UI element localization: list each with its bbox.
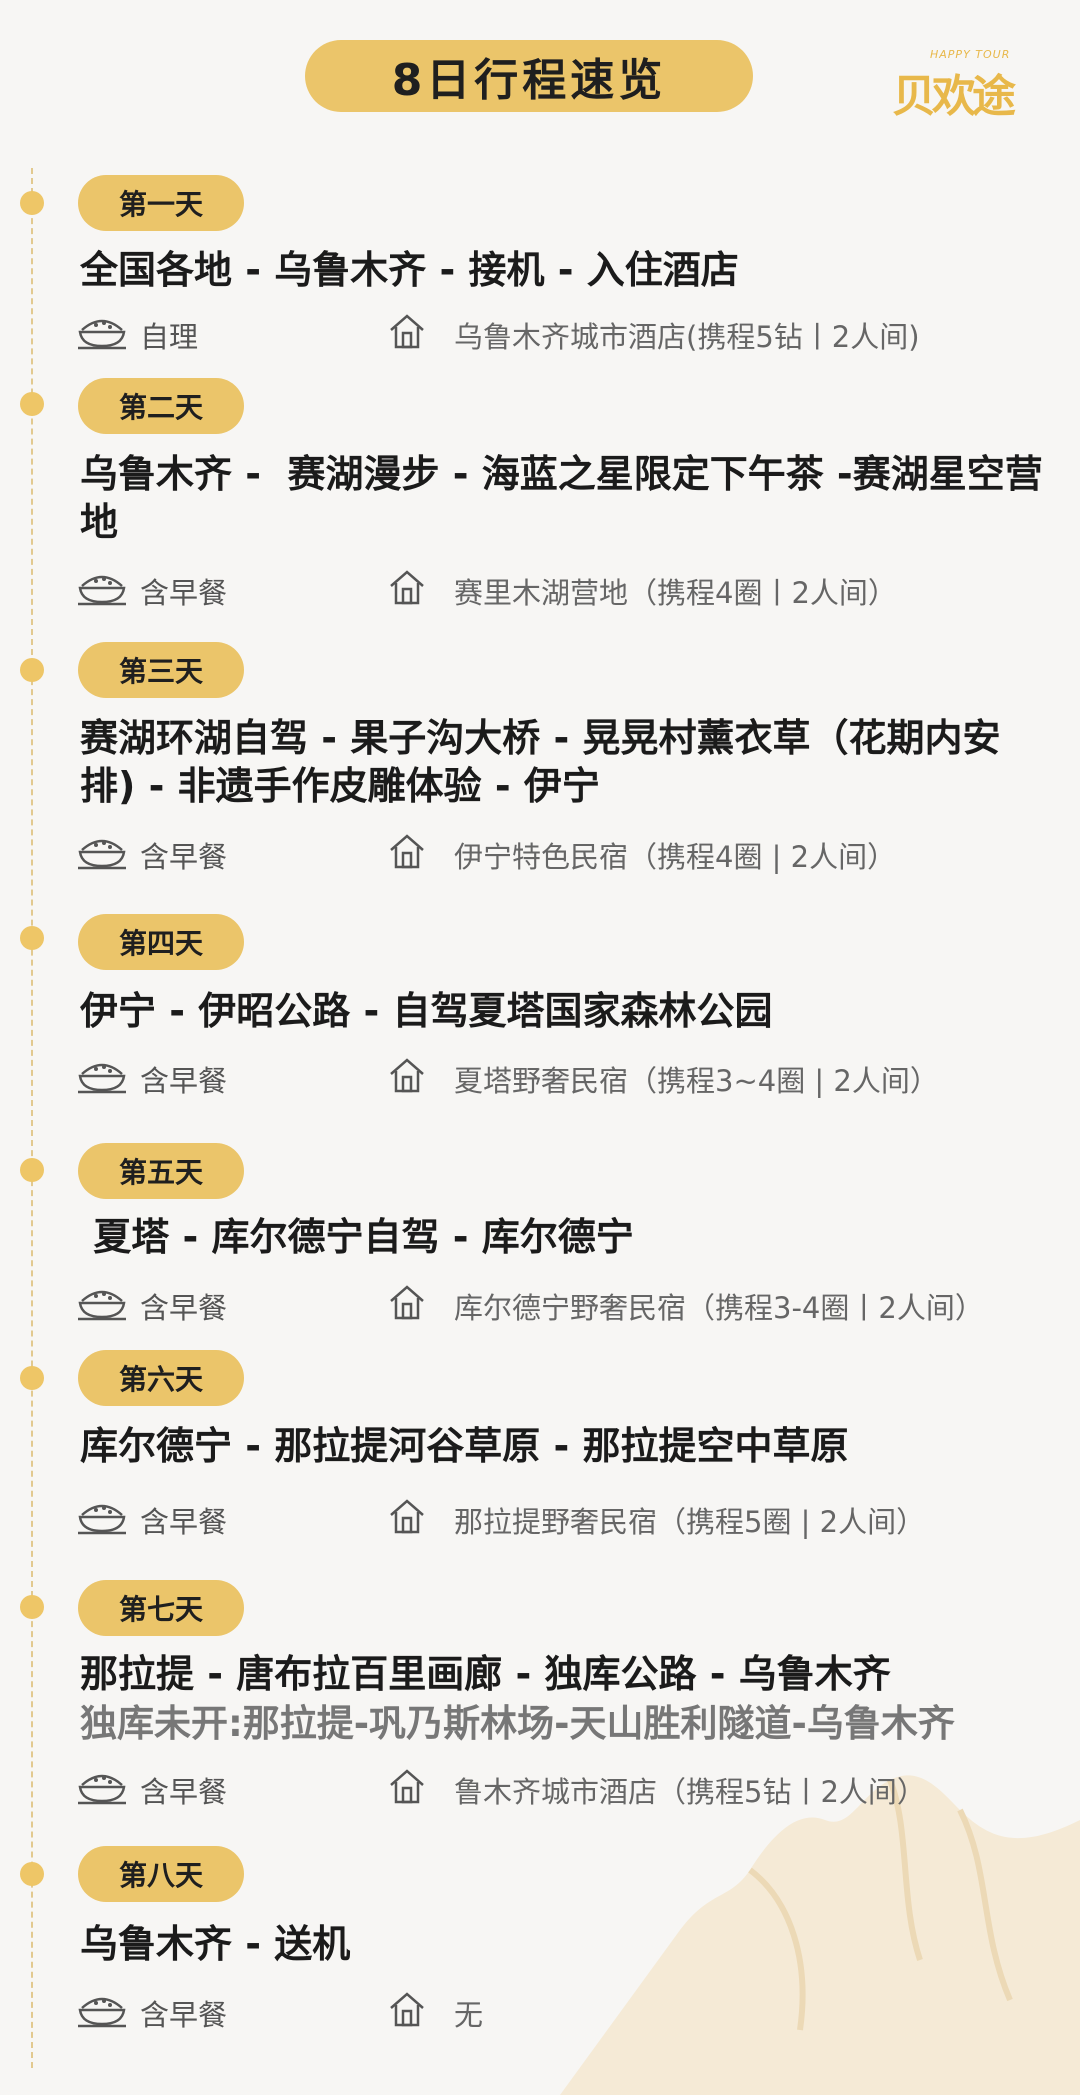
day-badge: 第二天 — [78, 378, 244, 434]
home-icon — [390, 1992, 424, 2027]
day-badge: 第七天 — [78, 1580, 244, 1636]
hotel-text: 那拉提野奢民宿（携程5圈 | 2人间） — [454, 1505, 926, 1539]
rice-bowl-icon — [78, 319, 126, 350]
hotel-text: 赛里木湖营地（携程4圈丨2人间） — [454, 576, 897, 610]
rice-bowl-icon — [78, 1774, 126, 1805]
day-badge: 第六天 — [78, 1350, 244, 1406]
hotel-text: 伊宁特色民宿（携程4圈 | 2人间） — [454, 840, 897, 874]
meal-text: 含早餐 — [140, 1291, 228, 1325]
rice-bowl-icon — [78, 1504, 126, 1535]
home-icon — [390, 1499, 424, 1534]
brand-logo: HAPPY TOUR 贝欢途 — [892, 38, 1017, 122]
day-route: 全国各地 - 乌鲁木齐 - 接机 - 入住酒店 — [80, 248, 739, 292]
day-route: 库尔德宁 - 那拉提河谷草原 - 那拉提空中草原 — [80, 1424, 849, 1468]
meal-text: 含早餐 — [140, 1998, 228, 2032]
rice-bowl-icon — [78, 575, 126, 606]
timeline-dot — [20, 1862, 44, 1886]
timeline-dot — [20, 191, 44, 215]
timeline-dot — [20, 926, 44, 950]
day-badge: 第一天 — [78, 175, 244, 231]
day-badge: 第八天 — [78, 1846, 244, 1902]
day-alt-route: 独库未开:那拉提-巩乃斯林场-天山胜利隧道-乌鲁木齐 — [80, 1702, 955, 1745]
day-badge: 第四天 — [78, 914, 244, 970]
home-icon — [390, 1769, 424, 1804]
timeline-dot — [20, 658, 44, 682]
timeline-dot — [20, 1366, 44, 1390]
day-info: 含早餐 赛里木湖营地（携程4圈丨2人间） — [0, 568, 1080, 610]
meal-text: 含早餐 — [140, 576, 228, 610]
home-icon — [390, 1058, 424, 1093]
day-info: 自理 乌鲁木齐城市酒店(携程5钻丨2人间) — [0, 312, 1080, 354]
page-title: 8日行程速览 — [305, 40, 753, 112]
day-info: 含早餐 鲁木齐城市酒店（携程5钻丨2人间） — [0, 1767, 1080, 1809]
day-route: 乌鲁木齐 - 送机 — [80, 1922, 351, 1966]
hotel-text: 无 — [454, 1998, 484, 2032]
day-route: 伊宁 - 伊昭公路 - 自驾夏塔国家森林公园 — [80, 989, 773, 1033]
day-badge: 第五天 — [78, 1143, 244, 1199]
home-icon — [390, 1285, 424, 1320]
home-icon — [390, 834, 424, 869]
meal-text: 自理 — [140, 320, 199, 354]
day-info: 含早餐 那拉提野奢民宿（携程5圈 | 2人间） — [0, 1497, 1080, 1539]
home-icon — [390, 314, 424, 349]
mountain-decoration — [560, 1775, 1080, 2095]
home-icon — [390, 570, 424, 605]
meal-text: 含早餐 — [140, 1505, 228, 1539]
rice-bowl-icon — [78, 1997, 126, 2028]
rice-bowl-icon — [78, 839, 126, 870]
hotel-text: 乌鲁木齐城市酒店(携程5钻丨2人间) — [454, 320, 920, 354]
day-route: 乌鲁木齐 - 赛湖漫步 - 海蓝之星限定下午茶 -赛湖星空营地 — [80, 452, 1043, 544]
day-route: 那拉提 - 唐布拉百里画廊 - 独库公路 - 乌鲁木齐 — [80, 1652, 891, 1696]
day-route: 赛湖环湖自驾 - 果子沟大桥 - 晃晃村薰衣草（花期内安排) - 非遗手作皮雕体… — [80, 716, 1001, 808]
timeline-dot — [20, 1595, 44, 1619]
hotel-text: 鲁木齐城市酒店（携程5钻丨2人间） — [454, 1775, 926, 1809]
day-badge: 第三天 — [78, 642, 244, 698]
day-info: 含早餐 夏塔野奢民宿（携程3~4圈 | 2人间） — [0, 1056, 1080, 1098]
logo-chinese: 贝欢途 — [892, 71, 1016, 122]
day-info: 含早餐 库尔德宁野奢民宿（携程3-4圈丨2人间） — [0, 1283, 1080, 1325]
hotel-text: 库尔德宁野奢民宿（携程3-4圈丨2人间） — [454, 1291, 984, 1325]
meal-text: 含早餐 — [140, 1775, 228, 1809]
day-info: 含早餐 无 — [0, 1990, 1080, 2032]
rice-bowl-icon — [78, 1063, 126, 1094]
rice-bowl-icon — [78, 1290, 126, 1321]
hotel-text: 夏塔野奢民宿（携程3~4圈 | 2人间） — [454, 1064, 939, 1098]
meal-text: 含早餐 — [140, 1064, 228, 1098]
day-route: 夏塔 - 库尔德宁自驾 - 库尔德宁 — [80, 1215, 634, 1259]
meal-text: 含早餐 — [140, 840, 228, 874]
day-info: 含早餐 伊宁特色民宿（携程4圈 | 2人间） — [0, 832, 1080, 874]
timeline-dot — [20, 1158, 44, 1182]
timeline-dot — [20, 392, 44, 416]
